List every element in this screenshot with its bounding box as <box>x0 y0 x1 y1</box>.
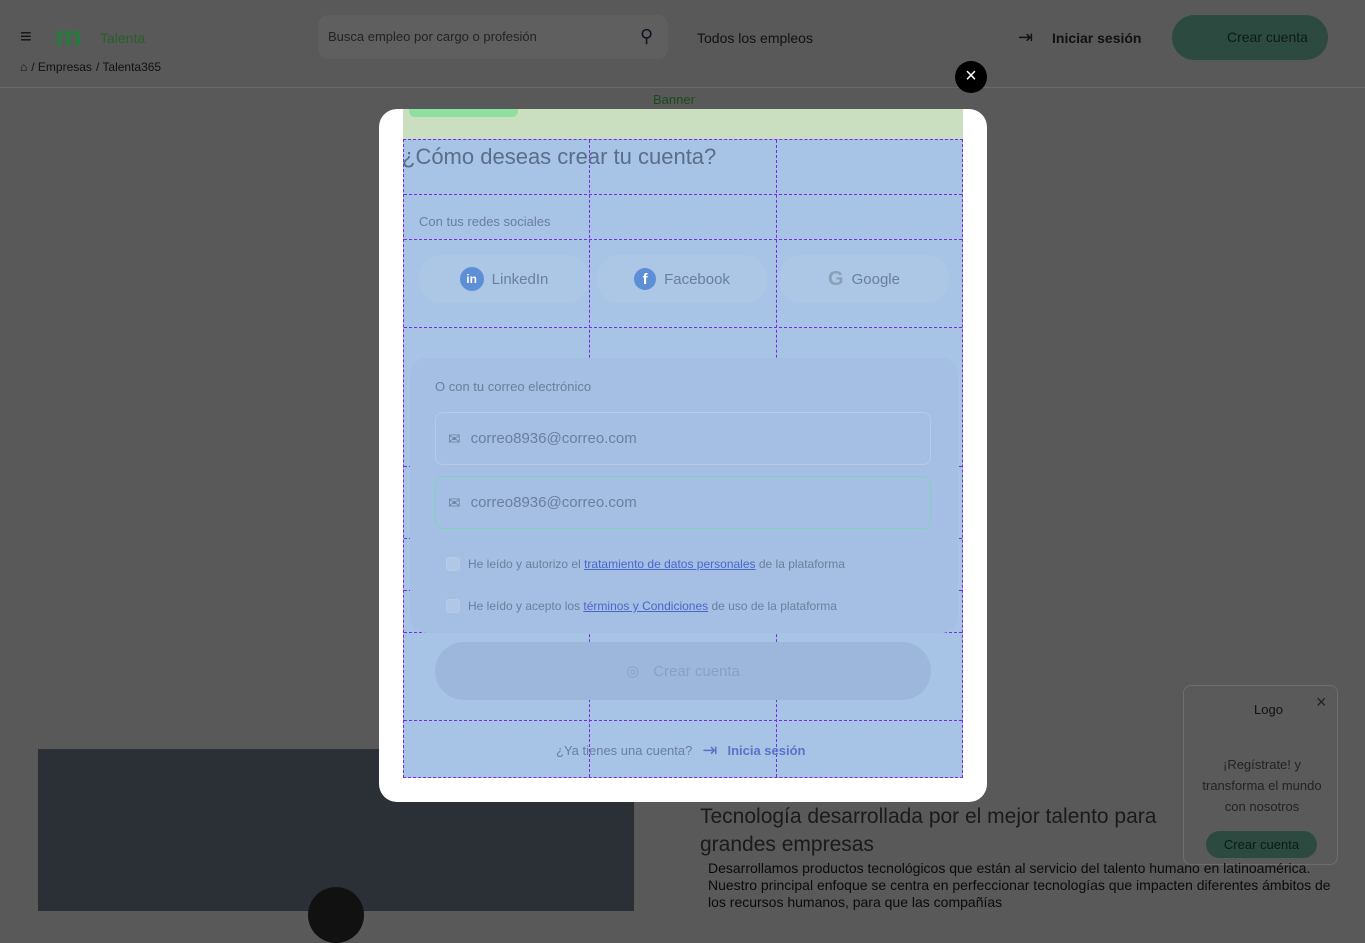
check2-text: He leído y acepto los <box>468 599 584 613</box>
login-icon: ⇥ <box>702 740 718 760</box>
google-label: Google <box>851 270 900 288</box>
check1-text: He leído y autorizo el <box>468 557 585 571</box>
create-account-button[interactable]: ◎ Crear cuenta <box>435 642 931 700</box>
modal-title: ¿Cómo deseas crear tu cuenta? <box>402 144 717 169</box>
menu-icon[interactable]: ≡ <box>20 26 32 49</box>
google-button[interactable]: G Google <box>779 255 949 303</box>
signup-modal: ¿Cómo deseas crear tu cuenta? Con tus re… <box>379 109 987 802</box>
have-account-text: ¿Ya tienes una cuenta? <box>556 743 693 758</box>
play-icon[interactable] <box>308 887 364 943</box>
email-input[interactable]: ✉ correo8936@correo.com <box>435 412 931 465</box>
search-icon[interactable]: ⚲ <box>640 26 653 47</box>
all-jobs-link[interactable]: Todos los empleos <box>697 30 813 46</box>
signup-popup: Logo × ¡Regístrate! y transforma el mund… <box>1183 685 1338 865</box>
social-label: Con tus redes sociales <box>419 214 551 229</box>
linkedin-icon: in <box>459 267 484 291</box>
terms-checkbox[interactable] <box>446 599 460 613</box>
facebook-label: Facebook <box>664 270 730 288</box>
section-paragraph: Desarrollamos productos tecnológicos que… <box>708 860 1331 910</box>
email-label: O con tu correo electrónico <box>435 379 592 394</box>
logo-alt: Talenta <box>100 30 146 46</box>
terms-checkbox-row: He leído y acepto los términos y Condici… <box>446 599 837 613</box>
login-button[interactable]: Iniciar sesión <box>1052 30 1141 46</box>
popup-logo: Logo <box>1254 702 1283 717</box>
popup-text: ¡Regístrate! y transforma el mundo con n… <box>1202 757 1322 814</box>
privacy-checkbox[interactable] <box>446 557 460 571</box>
login-row: ¿Ya tienes una cuenta? ⇥ Inicia sesión <box>556 740 806 761</box>
privacy-link[interactable]: tratamiento de datos personales <box>584 557 755 571</box>
breadcrumb: ⌂ / Empresas / Talenta365 <box>20 60 161 74</box>
facebook-icon: f <box>634 268 657 290</box>
section-heading: Tecnología desarrollada por el mejor tal… <box>700 805 1157 856</box>
breadcrumb-empresas[interactable]: / Empresas <box>31 60 92 74</box>
google-icon: G <box>828 267 844 290</box>
email-confirm-value: correo8936@correo.com <box>470 494 637 511</box>
linkedin-label: LinkedIn <box>491 270 549 288</box>
user-icon: ◎ <box>626 663 640 680</box>
check1-suffix: de la plataforma <box>755 557 845 571</box>
header: ≡ m Talenta ⌂ / Empresas / Talenta365 Bu… <box>0 0 1365 88</box>
logo-icon[interactable]: m <box>55 22 82 52</box>
popup-close-icon[interactable]: × <box>1316 692 1327 713</box>
search-input[interactable]: Busca empleo por cargo o profesión <box>318 15 668 59</box>
signup-label: Crear cuenta <box>1227 29 1308 45</box>
modal-form: ¿Cómo deseas crear tu cuenta? Con tus re… <box>402 139 963 778</box>
popup-signup-button[interactable]: Crear cuenta <box>1206 831 1317 858</box>
linkedin-button[interactable]: in LinkedIn <box>419 255 589 303</box>
signup-button[interactable]: Crear cuenta <box>1172 15 1328 60</box>
email-confirm-input[interactable]: ✉ correo8936@correo.com <box>435 476 931 529</box>
terms-link[interactable]: términos y Condiciones <box>583 599 708 613</box>
facebook-button[interactable]: f Facebook <box>597 255 767 303</box>
check2-suffix: de uso de la plataforma <box>708 599 837 613</box>
modal-top-band <box>403 109 963 139</box>
banner-image: Banner <box>653 92 695 107</box>
create-account-label: Crear cuenta <box>653 662 740 680</box>
login-icon: ⇥ <box>1018 27 1034 47</box>
email-value: correo8936@correo.com <box>470 430 637 447</box>
privacy-checkbox-row: He leído y autorizo el tratamiento de da… <box>446 557 845 571</box>
home-icon[interactable]: ⌂ <box>20 60 27 74</box>
breadcrumb-talenta365: / Talenta365 <box>95 60 162 74</box>
mail-icon: ✉ <box>448 494 461 512</box>
modal-close-button[interactable]: × <box>955 61 987 93</box>
login-link[interactable]: Inicia sesión <box>727 743 805 758</box>
mail-icon: ✉ <box>448 430 461 448</box>
